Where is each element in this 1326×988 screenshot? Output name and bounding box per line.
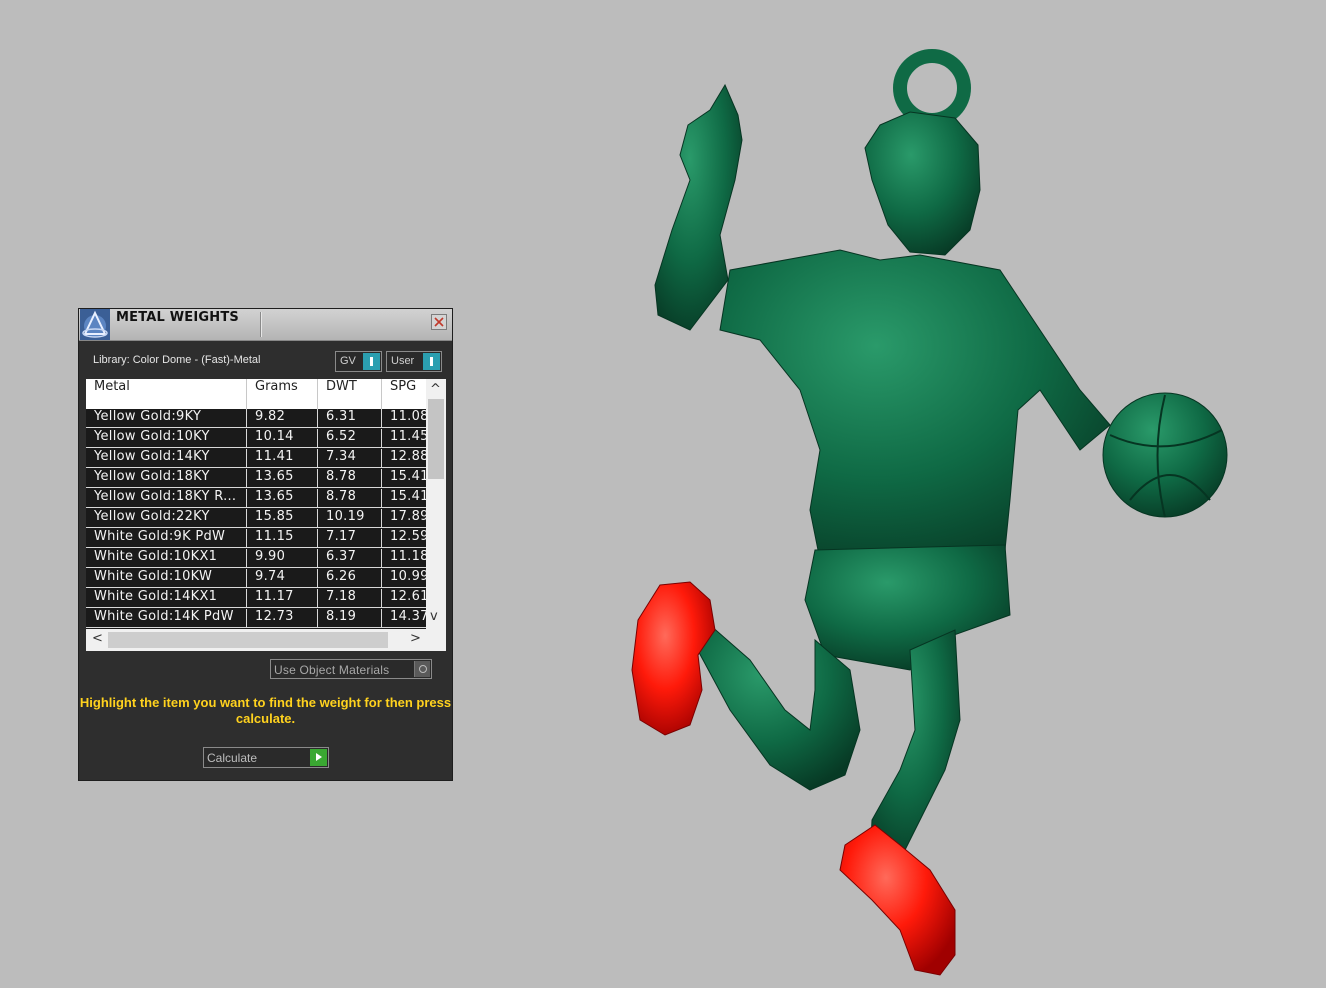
calculate-button[interactable]: Calculate <box>203 747 329 768</box>
player-figure[interactable] <box>654 49 1228 861</box>
cell-dwt: 8.78 <box>318 469 382 488</box>
horizontal-scroll-thumb[interactable] <box>108 632 388 648</box>
cell-spg: 15.41 <box>382 489 426 508</box>
column-header-dwt[interactable]: DWT <box>318 379 382 409</box>
cell-metal: Yellow Gold:9KY <box>86 409 247 428</box>
play-arrow-icon <box>310 749 327 766</box>
title-divider <box>260 312 262 337</box>
column-header-spg[interactable]: SPG <box>382 379 426 409</box>
table-row[interactable]: White Gold:10KX1 9.90 6.37 11.18 <box>86 549 426 569</box>
table-row[interactable]: White Gold:10KW 9.74 6.26 10.99 <box>86 569 426 589</box>
instruction-text: Highlight the item you want to find the … <box>79 695 452 726</box>
toggle-knob-icon <box>423 353 440 370</box>
cell-grams: 11.17 <box>247 589 318 608</box>
cell-dwt: 6.37 <box>318 549 382 568</box>
cell-grams: 15.85 <box>247 509 318 528</box>
3d-model-viewport[interactable] <box>610 30 1250 980</box>
toggle-knob-icon <box>363 353 380 370</box>
cell-metal: Yellow Gold:14KY <box>86 449 247 468</box>
cell-metal: Yellow Gold:18KY <box>86 469 247 488</box>
scroll-down-icon[interactable]: v <box>430 609 438 624</box>
cell-dwt: 7.34 <box>318 449 382 468</box>
cell-grams: 13.65 <box>247 469 318 488</box>
table-header: Metal Grams DWT SPG <box>86 379 426 409</box>
table-row[interactable]: Yellow Gold:18KY 13.65 8.78 15.41 <box>86 469 426 489</box>
cell-metal: White Gold:14K PdW <box>86 609 247 628</box>
table-row[interactable]: White Gold:14KX1 11.17 7.18 12.61 <box>86 589 426 609</box>
vertical-scroll-thumb[interactable] <box>428 399 444 479</box>
cell-dwt: 10.19 <box>318 509 382 528</box>
panel-title: METAL WEIGHTS <box>116 310 239 325</box>
cell-spg: 12.59 <box>382 529 426 548</box>
vertical-scrollbar[interactable]: ^ v <box>426 379 446 629</box>
table-row[interactable]: Yellow Gold:14KY 11.41 7.34 12.88 <box>86 449 426 469</box>
library-label: Library: Color Dome - (Fast)-Metal <box>93 354 261 366</box>
cell-metal: Yellow Gold:22KY <box>86 509 247 528</box>
cell-dwt: 8.19 <box>318 609 382 628</box>
cell-grams: 9.90 <box>247 549 318 568</box>
cell-dwt: 6.31 <box>318 409 382 428</box>
metal-table: Metal Grams DWT SPG Yellow Gold:9KY 9.82… <box>86 379 446 651</box>
cell-grams: 13.65 <box>247 489 318 508</box>
table-row[interactable]: Yellow Gold:9KY 9.82 6.31 11.08 <box>86 409 426 429</box>
scroll-right-icon[interactable]: > <box>410 631 421 646</box>
cell-metal: White Gold:10KX1 <box>86 549 247 568</box>
cell-spg: 10.99 <box>382 569 426 588</box>
cell-grams: 9.74 <box>247 569 318 588</box>
cell-spg: 14.37 <box>382 609 426 628</box>
column-header-metal[interactable]: Metal <box>86 379 247 409</box>
panel-titlebar[interactable]: METAL WEIGHTS <box>79 309 452 341</box>
cell-spg: 11.08 <box>382 409 426 428</box>
cell-dwt: 7.18 <box>318 589 382 608</box>
cell-spg: 15.41 <box>382 469 426 488</box>
cell-spg: 11.18 <box>382 549 426 568</box>
cell-spg: 11.45 <box>382 429 426 448</box>
use-object-materials-toggle[interactable]: Use Object Materials <box>270 659 432 679</box>
scroll-left-icon[interactable]: < <box>92 631 103 646</box>
cell-dwt: 6.52 <box>318 429 382 448</box>
cell-spg: 12.88 <box>382 449 426 468</box>
cell-grams: 9.82 <box>247 409 318 428</box>
scroll-up-icon[interactable]: ^ <box>430 382 441 397</box>
cell-spg: 17.89 <box>382 509 426 528</box>
table-row[interactable]: Yellow Gold:18KY R... 13.65 8.78 15.41 <box>86 489 426 509</box>
cell-metal: White Gold:14KX1 <box>86 589 247 608</box>
cell-grams: 11.41 <box>247 449 318 468</box>
radio-icon <box>414 661 430 677</box>
gv-toggle-label: GV <box>340 355 356 367</box>
cell-dwt: 8.78 <box>318 489 382 508</box>
user-toggle-label: User <box>391 355 415 367</box>
table-row[interactable]: Yellow Gold:22KY 15.85 10.19 17.89 <box>86 509 426 529</box>
close-button[interactable] <box>431 314 447 330</box>
table-row[interactable]: Yellow Gold:10KY 10.14 6.52 11.45 <box>86 429 426 449</box>
user-toggle[interactable]: User <box>386 351 442 372</box>
cell-metal: White Gold:9K PdW <box>86 529 247 548</box>
cell-spg: 12.61 <box>382 589 426 608</box>
table-body: Yellow Gold:9KY 9.82 6.31 11.08 Yellow G… <box>86 409 426 629</box>
gv-toggle[interactable]: GV <box>335 351 382 372</box>
use-object-materials-label: Use Object Materials <box>274 663 390 677</box>
horizontal-scrollbar[interactable]: < > <box>86 629 446 651</box>
calculate-label: Calculate <box>207 751 258 765</box>
column-header-grams[interactable]: Grams <box>247 379 318 409</box>
app-logo-icon <box>80 309 110 340</box>
cell-grams: 12.73 <box>247 609 318 628</box>
cell-metal: Yellow Gold:10KY <box>86 429 247 448</box>
cell-metal: Yellow Gold:18KY R... <box>86 489 247 508</box>
close-icon <box>434 317 444 327</box>
cell-grams: 11.15 <box>247 529 318 548</box>
table-row[interactable]: White Gold:14K PdW 12.73 8.19 14.37 <box>86 609 426 629</box>
table-row[interactable]: White Gold:9K PdW 11.15 7.17 12.59 <box>86 529 426 549</box>
cell-metal: White Gold:10KW <box>86 569 247 588</box>
cell-dwt: 6.26 <box>318 569 382 588</box>
cell-dwt: 7.17 <box>318 529 382 548</box>
metal-weights-panel: METAL WEIGHTS Library: Color Dome - (Fas… <box>78 308 453 781</box>
cell-grams: 10.14 <box>247 429 318 448</box>
